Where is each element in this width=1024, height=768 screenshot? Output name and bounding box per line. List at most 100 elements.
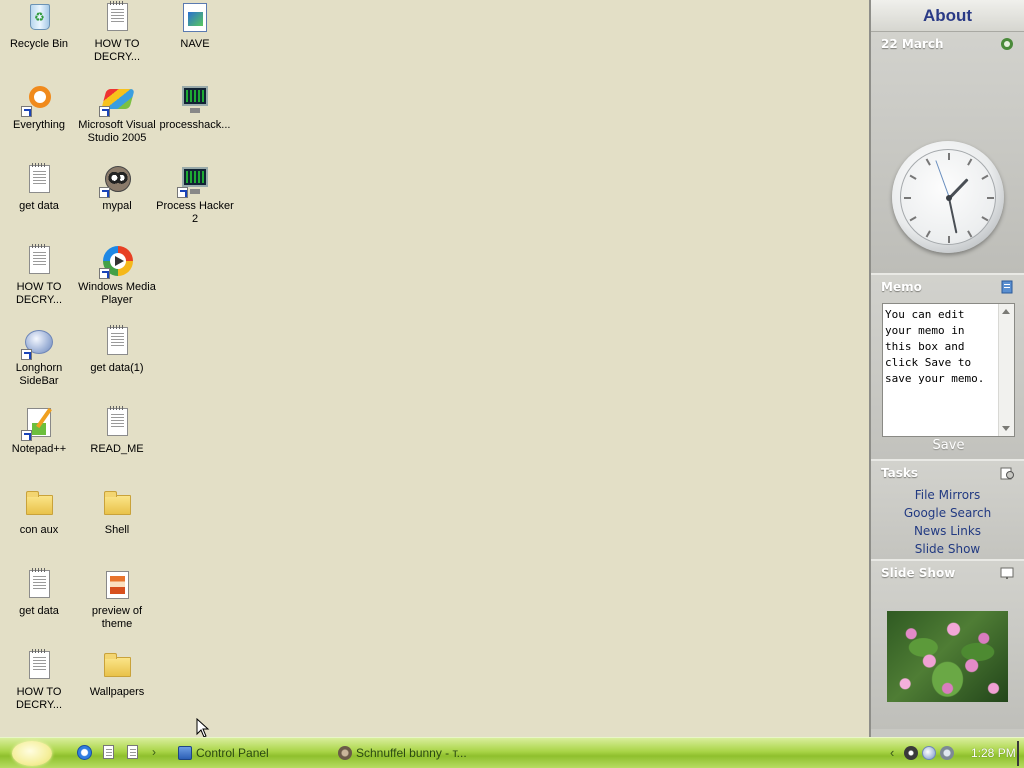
task-link-slide-show[interactable]: Slide Show <box>871 540 1024 558</box>
memo-icon[interactable] <box>1000 280 1014 294</box>
memo-save-button[interactable]: Save <box>871 438 1024 453</box>
folder-icon <box>101 650 133 682</box>
task-link-google-search[interactable]: Google Search <box>871 504 1024 522</box>
clock-tick <box>925 230 931 238</box>
process-hacker-icon <box>177 164 211 198</box>
slideshow-icon[interactable] <box>1000 566 1014 580</box>
quick-launch-more-button[interactable]: › <box>152 745 156 759</box>
memo-text[interactable]: You can edit your memo in this box and c… <box>885 307 997 387</box>
text-file-icon <box>23 649 55 682</box>
tasks-title: Tasks <box>881 466 919 480</box>
desktop-icon-label: Wallpapers <box>89 686 145 698</box>
desktop-icon-label: HOW TO DECRY... <box>15 686 63 711</box>
memo-scrollbar[interactable] <box>998 304 1014 436</box>
desktop-icon-label: NAVE <box>180 38 210 50</box>
tasks-tile-header: Tasks <box>871 461 1024 485</box>
text-file-icon[interactable] <box>103 745 114 759</box>
taskbar-button-control-panel[interactable]: Control Panel <box>176 741 326 766</box>
shortcut-arrow-icon <box>99 268 110 279</box>
tasks-icon[interactable] <box>1000 466 1014 480</box>
desktop-icon-longhorn-sidebar[interactable]: Longhorn SideBar <box>0 324 78 402</box>
desktop-icon-label: Everything <box>13 119 65 131</box>
clock-tick <box>967 158 973 166</box>
control-panel-icon <box>178 746 192 760</box>
clock-minute-hand <box>948 197 958 234</box>
desktop-icon-label: processhack... <box>159 119 231 131</box>
desktop-icon-wallpapers[interactable]: Wallpapers <box>78 648 156 726</box>
clock-settings-icon[interactable] <box>1000 37 1014 51</box>
desktop-icon-notepad-plus-plus[interactable]: Notepad++ <box>0 405 78 483</box>
folder-icon <box>23 488 55 520</box>
desktop-icon-get-data-1[interactable]: get data(1) <box>78 324 156 402</box>
memo-title: Memo <box>881 280 922 294</box>
taskbar-button-label: Schnuffel bunny - т... <box>356 746 467 760</box>
clock-tick <box>967 230 973 238</box>
desktop-icon-how-to-decrypt[interactable]: HOW TO DECRY... <box>0 243 78 321</box>
memo-tile: Memo You can edit your memo in this box … <box>871 275 1024 461</box>
desktop-icon-label: Recycle Bin <box>9 38 69 50</box>
clock-tick <box>909 216 917 222</box>
desktop-icon-label: preview of theme <box>91 605 143 630</box>
mypal-browser-icon <box>99 164 133 198</box>
folder-icon <box>101 488 133 520</box>
shortcut-arrow-icon <box>21 430 32 441</box>
sidebar-title[interactable]: About <box>871 0 1024 32</box>
tasks-tile: Tasks File Mirrors Google Search News Li… <box>871 461 1024 561</box>
clock-tick <box>948 153 950 160</box>
desktop-icon-everything[interactable]: Everything <box>0 81 78 159</box>
desktop-icon-how-to-decrypt-1[interactable]: HOW TO DECRY... <box>78 0 156 78</box>
desktop-icon-windows-media-player[interactable]: Windows Media Player <box>78 243 156 321</box>
notepad-plus-plus-icon <box>21 407 55 441</box>
desktop[interactable]: Recycle Bin Everything get data HOW TO D… <box>0 0 869 738</box>
clock-tick <box>948 236 950 243</box>
desktop-icon-get-data-2[interactable]: get data <box>0 567 78 645</box>
desktop-icon-how-to-decrypt-3[interactable]: HOW TO DECRY... <box>0 648 78 726</box>
desktop-icon-label: get data <box>19 605 59 617</box>
show-desktop-button[interactable] <box>1017 741 1019 766</box>
taskbar-button-schnuffel-bunny[interactable]: Schnuffel bunny - т... <box>336 741 556 766</box>
text-file-icon <box>23 568 55 601</box>
desktop-icon-label: Process Hacker 2 <box>156 200 234 225</box>
clock-tick <box>909 174 917 180</box>
system-tray: ‹ 1:28 PM <box>884 738 1024 768</box>
scroll-up-arrow-icon[interactable] <box>1002 309 1010 314</box>
desktop-icon-processhacker[interactable]: processhack... <box>156 81 234 159</box>
longhorn-sidebar-tray-icon[interactable] <box>922 746 936 760</box>
memo-textarea[interactable]: You can edit your memo in this box and c… <box>882 303 1015 437</box>
show-hidden-icons-button[interactable]: ‹ <box>890 745 894 760</box>
internet-explorer-icon[interactable] <box>77 745 92 760</box>
clock-tick <box>987 197 994 199</box>
slideshow-title: Slide Show <box>881 566 956 580</box>
desktop-icon-label: Longhorn SideBar <box>15 362 63 387</box>
text-file-icon[interactable] <box>127 745 138 759</box>
sound-icon[interactable] <box>904 746 918 760</box>
everything-search-icon <box>21 83 55 117</box>
desktop-icon-mypal[interactable]: mypal <box>78 162 156 240</box>
task-link-news-links[interactable]: News Links <box>871 522 1024 540</box>
desktop-icon-label: get data(1) <box>90 362 144 374</box>
clock-tick <box>981 174 989 180</box>
desktop-icon-get-data[interactable]: get data <box>0 162 78 240</box>
taskbar-clock[interactable]: 1:28 PM <box>971 738 1016 768</box>
scroll-down-arrow-icon[interactable] <box>1002 426 1010 431</box>
clock-tile-header: 22 March <box>871 32 1024 56</box>
desktop-icon-nave[interactable]: NAVE <box>156 0 234 78</box>
network-icon[interactable] <box>940 746 954 760</box>
clock-tile: 22 March <box>871 32 1024 275</box>
start-orb-icon[interactable] <box>12 741 52 766</box>
water-lilies-photo[interactable] <box>887 611 1008 702</box>
shortcut-arrow-icon <box>99 187 110 198</box>
desktop-icon-shell[interactable]: Shell <box>78 486 156 564</box>
desktop-icon-recycle-bin[interactable]: Recycle Bin <box>0 0 78 78</box>
desktop-icon-visual-studio[interactable]: Microsoft Visual Studio 2005 <box>78 81 156 159</box>
desktop-icon-preview-of-theme[interactable]: preview of theme <box>78 567 156 645</box>
desktop-icon-label: Microsoft Visual Studio 2005 <box>78 119 156 144</box>
desktop-icon-con-aux[interactable]: con aux <box>0 486 78 564</box>
desktop-icon-process-hacker-2[interactable]: Process Hacker 2 <box>156 162 234 240</box>
desktop-icon-label: mypal <box>102 200 132 212</box>
text-file-icon <box>23 163 55 196</box>
image-file-icon <box>179 2 211 34</box>
windows-media-player-icon <box>99 245 133 279</box>
task-link-file-mirrors[interactable]: File Mirrors <box>871 486 1024 504</box>
desktop-icon-read-me[interactable]: READ_ME <box>78 405 156 483</box>
